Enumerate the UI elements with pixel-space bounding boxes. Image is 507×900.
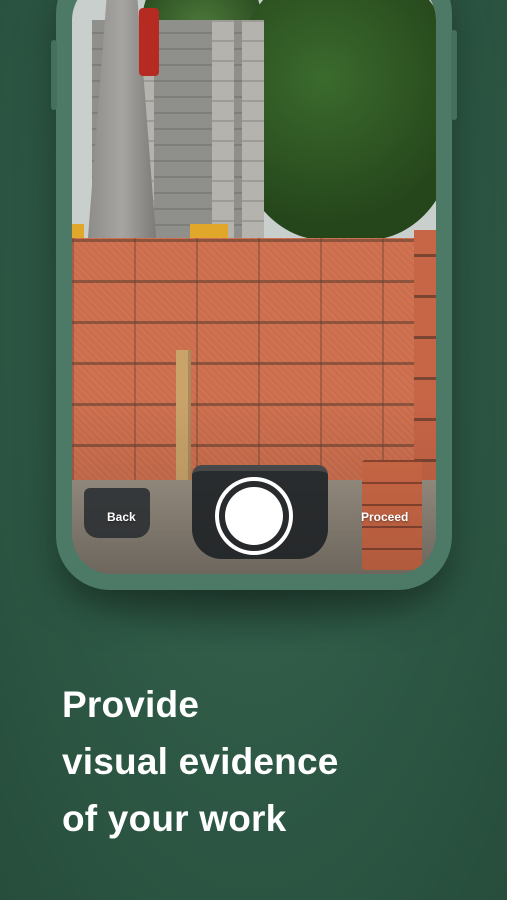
shutter-circle-icon [225, 487, 283, 545]
headline-line-3: of your work [62, 798, 287, 839]
back-button[interactable]: Back [107, 510, 136, 524]
proceed-button[interactable]: Proceed [361, 510, 408, 524]
headline-line-1: Provide [62, 684, 200, 725]
shutter-button[interactable] [215, 477, 293, 555]
phone-side-button-right [451, 30, 457, 120]
headline-line-2: visual evidence [62, 741, 339, 782]
phone-side-button-left [51, 40, 57, 110]
onboarding-headline: Provide visual evidence of your work [62, 676, 482, 847]
